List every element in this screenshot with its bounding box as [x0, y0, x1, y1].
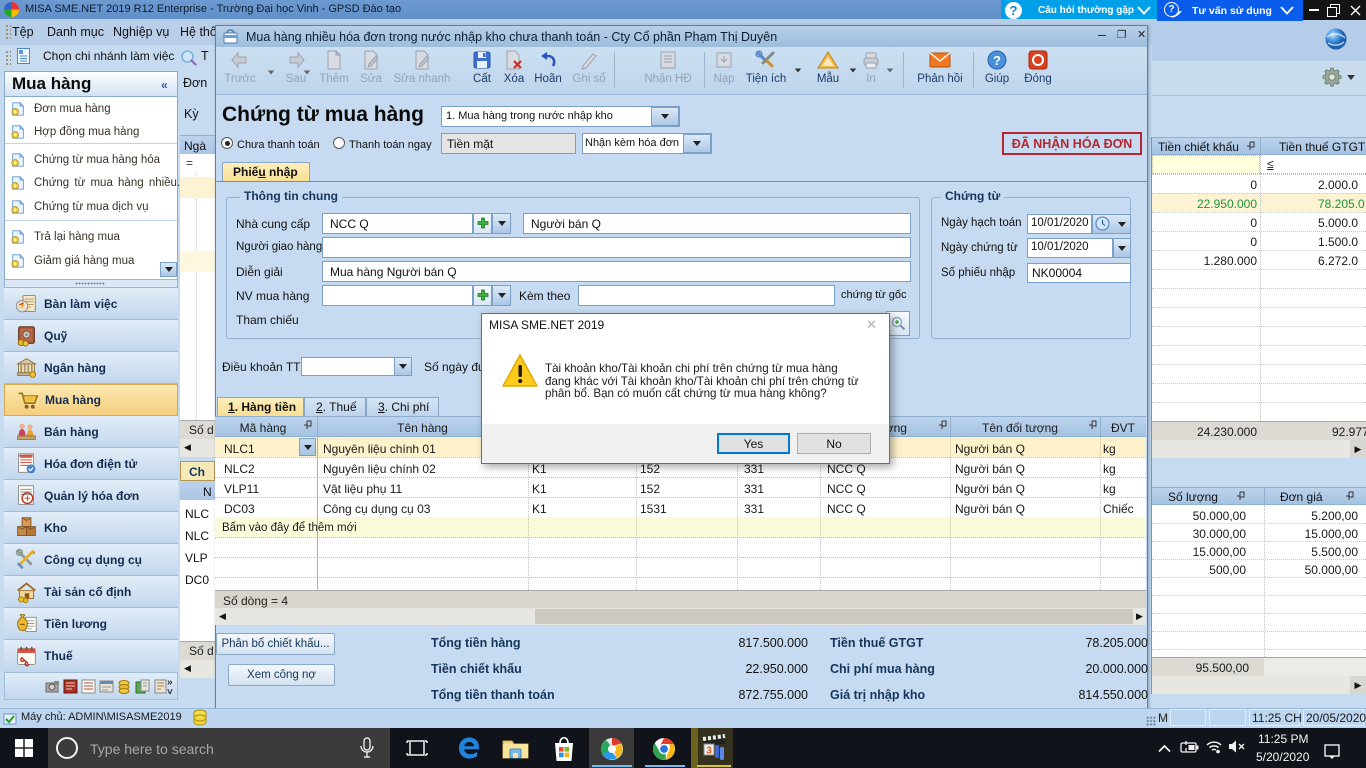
svg-text:3: 3: [706, 746, 712, 757]
svg-text:?: ?: [993, 53, 1001, 68]
